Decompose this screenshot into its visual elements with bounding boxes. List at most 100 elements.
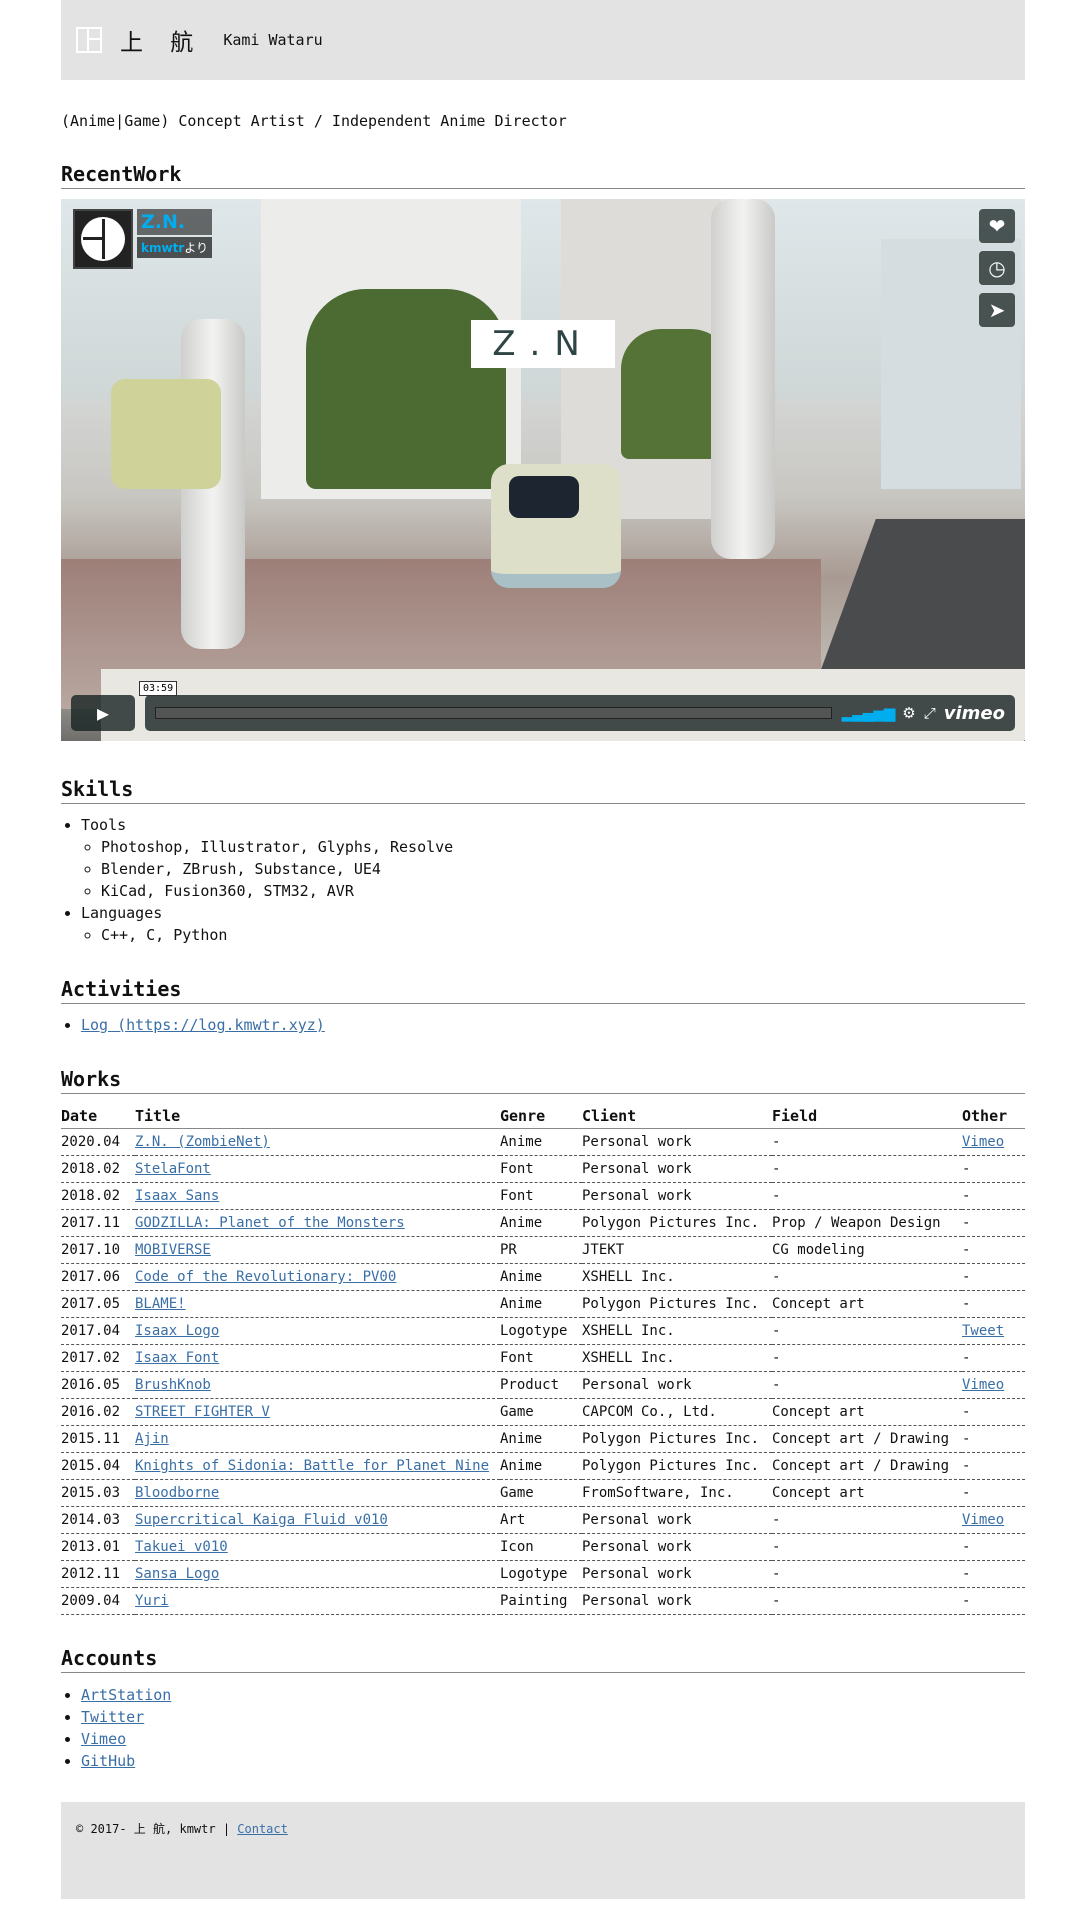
- cell-client: XSHELL Inc.: [582, 1263, 772, 1291]
- work-title-link[interactable]: StelaFont: [135, 1161, 211, 1177]
- table-row: 2017.04 Isaax Logo Logotype XSHELL Inc. - Twe…: [61, 1317, 1025, 1345]
- cell-text: Concept art: [772, 1296, 865, 1312]
- cell-text: 2020.04: [61, 1134, 121, 1150]
- cell-text: 2012.11: [61, 1566, 121, 1582]
- cell-genre: Logotype: [500, 1317, 582, 1345]
- cell-field: Concept art / Drawing: [772, 1452, 962, 1480]
- work-title-link[interactable]: Sansa Logo: [135, 1566, 219, 1582]
- cell-date: 2012.11: [61, 1560, 135, 1588]
- cell-title: Yuri: [135, 1587, 500, 1615]
- contact-link[interactable]: Contact: [237, 1822, 288, 1836]
- logo-icon[interactable]: [76, 27, 102, 53]
- cell-title: GODZILLA: Planet of the Monsters: [135, 1209, 500, 1237]
- work-title-link[interactable]: Yuri: [135, 1593, 169, 1609]
- work-title-link[interactable]: Code of the Revolutionary: PV00: [135, 1269, 396, 1285]
- cell-client: Personal work: [582, 1560, 772, 1588]
- play-icon[interactable]: ▶: [71, 695, 135, 731]
- vimeo-logo[interactable]: vimeo: [944, 703, 1005, 724]
- github-link[interactable]: GitHub: [81, 1752, 135, 1770]
- column-header-field: Field: [772, 1104, 962, 1129]
- settings-gear-icon[interactable]: ⚙: [902, 704, 915, 722]
- cell-date: 2017.06: [61, 1263, 135, 1291]
- cell-text: Anime: [500, 1269, 543, 1285]
- delivery-robot: [491, 464, 621, 588]
- cell-text: 2017.05: [61, 1296, 121, 1312]
- cell-title: MOBIVERSE: [135, 1236, 500, 1264]
- work-title-link[interactable]: MOBIVERSE: [135, 1242, 211, 1258]
- share-icon[interactable]: ➤: [979, 293, 1015, 327]
- twitter-link[interactable]: Twitter: [81, 1708, 144, 1726]
- cell-other: -: [962, 1155, 1025, 1183]
- work-title-link[interactable]: Ajin: [135, 1431, 169, 1447]
- video-player[interactable]: Z.N Z.N. kmwtrより ❤ ◷ ➤ ▶ 03:59 ▂▃▄▅▆ ⚙ ⤢…: [61, 199, 1025, 741]
- work-title-link[interactable]: Isaax Logo: [135, 1323, 219, 1339]
- artstation-link[interactable]: ArtStation: [81, 1686, 171, 1704]
- cell-field: -: [772, 1506, 962, 1534]
- cell-text: XSHELL Inc.: [582, 1269, 675, 1285]
- volume-icon[interactable]: ▂▃▄▅▆: [842, 704, 896, 722]
- work-other-link[interactable]: Vimeo: [962, 1377, 1004, 1393]
- cell-text: -: [772, 1269, 781, 1285]
- cell-date: 2015.11: [61, 1425, 135, 1453]
- cell-date: 2018.02: [61, 1155, 135, 1183]
- video-title[interactable]: Z.N.: [137, 209, 212, 235]
- cell-text: Font: [500, 1350, 534, 1366]
- cell-text: -: [772, 1566, 781, 1582]
- cell-title: Isaax Font: [135, 1344, 500, 1372]
- vimeo-link[interactable]: Vimeo: [81, 1730, 126, 1748]
- cell-other: -: [962, 1236, 1025, 1264]
- work-title-link[interactable]: Z.N. (ZombieNet): [135, 1134, 270, 1150]
- cell-text: Painting: [500, 1593, 568, 1609]
- table-header-row: Date Title Genre Client Field Other: [61, 1104, 1025, 1129]
- cell-client: Personal work: [582, 1587, 772, 1615]
- work-title-link[interactable]: BrushKnob: [135, 1377, 211, 1393]
- work-title-link[interactable]: Supercritical Kaiga Fluid v010: [135, 1512, 388, 1528]
- cell-other: -: [962, 1560, 1025, 1588]
- cell-text: Art: [500, 1512, 526, 1528]
- work-other-link[interactable]: Vimeo: [962, 1134, 1004, 1150]
- cell-text: Polygon Pictures Inc.: [582, 1296, 760, 1312]
- work-title-link[interactable]: Knights of Sidonia: Battle for Planet Ni…: [135, 1458, 489, 1474]
- work-title-link[interactable]: Isaax Font: [135, 1350, 219, 1366]
- video-scrubber[interactable]: [155, 707, 832, 719]
- clock-icon[interactable]: ◷: [979, 251, 1015, 285]
- work-title-link[interactable]: Isaax Sans: [135, 1188, 219, 1204]
- cell-client: Polygon Pictures Inc.: [582, 1425, 772, 1453]
- section-heading-recentwork: RecentWork: [61, 162, 1025, 189]
- cell-genre: Anime: [500, 1263, 582, 1291]
- video-user-link[interactable]: kmwtr: [141, 241, 184, 255]
- heart-icon[interactable]: ❤: [979, 209, 1015, 243]
- cell-text: Concept art: [772, 1485, 865, 1501]
- work-other-link[interactable]: Vimeo: [962, 1512, 1004, 1528]
- cell-field: CG modeling: [772, 1236, 962, 1264]
- work-title-link[interactable]: Bloodborne: [135, 1485, 219, 1501]
- cell-date: 2015.04: [61, 1452, 135, 1480]
- work-title-link[interactable]: GODZILLA: Planet of the Monsters: [135, 1215, 405, 1231]
- cell-text: -: [772, 1377, 781, 1393]
- site-name[interactable]: 上 航: [120, 23, 203, 57]
- work-title-link[interactable]: STREET FIGHTER V: [135, 1404, 270, 1420]
- avatar[interactable]: [73, 209, 133, 269]
- cell-genre: Product: [500, 1371, 582, 1399]
- cell-text: 2016.05: [61, 1377, 121, 1393]
- cell-field: Concept art / Drawing: [772, 1425, 962, 1453]
- fullscreen-icon[interactable]: ⤢: [924, 704, 936, 722]
- table-row: 2016.02 STREET FIGHTER V Game CAPCOM Co., L…: [61, 1398, 1025, 1426]
- work-title-link[interactable]: BLAME!: [135, 1296, 186, 1312]
- cell-text: -: [962, 1566, 971, 1582]
- table-row: 2018.02 Isaax Sans Font Personal work - -: [61, 1182, 1025, 1210]
- work-title-link[interactable]: Takuei v010: [135, 1539, 228, 1555]
- work-other-link[interactable]: Tweet: [962, 1323, 1004, 1339]
- cell-text: -: [772, 1161, 781, 1177]
- cell-text: Product: [500, 1377, 560, 1393]
- video-byline: kmwtrより: [137, 237, 212, 258]
- cell-date: 2017.02: [61, 1344, 135, 1372]
- log-link[interactable]: Log (https://log.kmwtr.xyz): [81, 1016, 325, 1034]
- cell-genre: Game: [500, 1398, 582, 1426]
- cell-date: 2014.03: [61, 1506, 135, 1534]
- cell-title: Takuei v010: [135, 1533, 500, 1561]
- cell-text: 2009.04: [61, 1593, 121, 1609]
- cell-title: BrushKnob: [135, 1371, 500, 1399]
- cell-other: -: [962, 1479, 1025, 1507]
- cell-text: -: [962, 1188, 971, 1204]
